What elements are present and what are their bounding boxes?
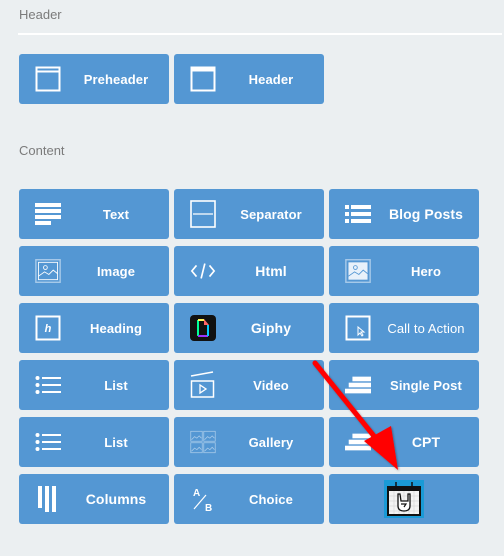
- stack-lines-icon: [345, 372, 371, 398]
- list-icon: [345, 201, 371, 227]
- tile-choice[interactable]: AB Choice: [174, 474, 324, 524]
- image-icon: [35, 258, 61, 284]
- tile-columns[interactable]: Columns: [19, 474, 169, 524]
- cursor-click-icon: [345, 315, 371, 341]
- tile-html[interactable]: Html: [174, 246, 324, 296]
- video-icon: [190, 371, 216, 398]
- tile-preheader[interactable]: Preheader: [19, 54, 169, 104]
- tile-hero[interactable]: Hero: [329, 246, 479, 296]
- section-title-header: Header: [19, 7, 62, 22]
- code-icon: [190, 258, 216, 284]
- tile-giphy[interactable]: Giphy: [174, 303, 324, 353]
- tile-label: Image: [96, 263, 136, 279]
- tile-label: Gallery: [248, 434, 294, 450]
- tile-label: Choice: [249, 491, 293, 507]
- tile-label: Preheader: [83, 71, 149, 87]
- header-icon: [190, 66, 216, 92]
- rock-calendar-tile[interactable]: [329, 474, 479, 524]
- tile-separator[interactable]: Separator: [174, 189, 324, 239]
- tile-blog-posts[interactable]: Blog Posts: [329, 189, 479, 239]
- tile-label: Video: [253, 377, 289, 393]
- tile-label: Heading: [90, 320, 142, 336]
- svg-text:h: h: [45, 323, 52, 335]
- tile-list[interactable]: List: [19, 360, 169, 410]
- tile-single-post[interactable]: Single Post: [329, 360, 479, 410]
- hero-image-icon: [345, 258, 371, 284]
- gallery-icon: [190, 429, 216, 455]
- tile-video[interactable]: Video: [174, 360, 324, 410]
- tile-list-2[interactable]: List: [19, 417, 169, 467]
- tile-call-to-action[interactable]: Call to Action: [329, 303, 479, 353]
- tile-label: List: [104, 434, 128, 450]
- section-title-content: Content: [19, 143, 65, 158]
- tile-label: Separator: [240, 206, 302, 222]
- stack-lines-icon: [345, 429, 371, 455]
- tile-label: Giphy: [250, 320, 292, 336]
- tile-label: Html: [255, 263, 287, 279]
- tile-label: Single Post: [390, 377, 462, 393]
- tile-label: Call to Action: [387, 320, 465, 336]
- tile-cpt[interactable]: CPT: [329, 417, 479, 467]
- giphy-icon: [190, 315, 216, 341]
- tile-label: Columns: [85, 491, 147, 507]
- svg-text:B: B: [205, 503, 212, 513]
- tile-label: CPT: [411, 434, 441, 450]
- tile-gallery[interactable]: Gallery: [174, 417, 324, 467]
- tile-heading[interactable]: h Heading: [19, 303, 169, 353]
- separator-icon: [190, 200, 216, 228]
- rock-calendar-icon: [384, 480, 424, 518]
- bullet-list-icon: [35, 372, 61, 398]
- bullet-list-icon: [35, 429, 61, 455]
- tile-text[interactable]: Text: [19, 189, 169, 239]
- ab-choice-icon: AB: [190, 486, 216, 513]
- tile-label: Header: [248, 71, 294, 87]
- tile-label: Hero: [410, 263, 442, 279]
- header-divider: [18, 33, 502, 35]
- tile-label: Text: [102, 206, 130, 222]
- svg-text:A: A: [193, 488, 200, 499]
- columns-icon: [35, 486, 61, 512]
- tile-header[interactable]: Header: [174, 54, 324, 104]
- tile-label: Blog Posts: [388, 206, 464, 222]
- preheader-icon: [35, 66, 61, 92]
- tile-label: List: [104, 377, 128, 393]
- text-lines-icon: [35, 201, 61, 227]
- heading-icon: h: [35, 315, 61, 341]
- tile-image[interactable]: Image: [19, 246, 169, 296]
